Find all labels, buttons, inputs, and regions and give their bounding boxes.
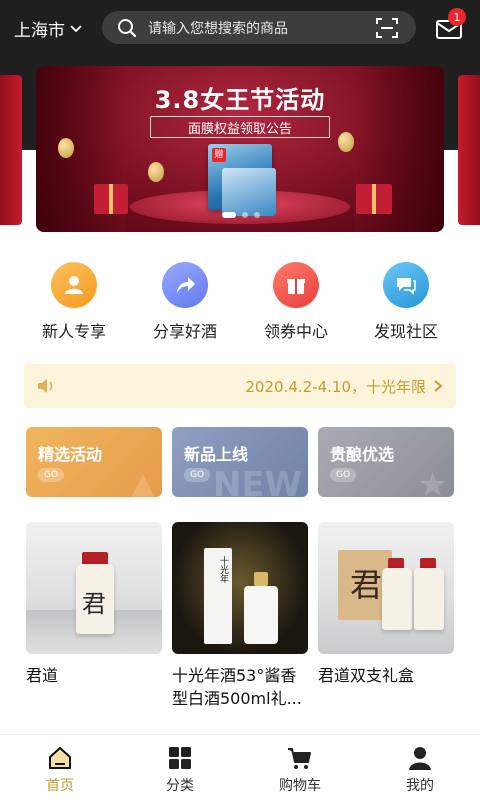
tab-profile[interactable]: 我的 [360, 735, 480, 800]
product-image: 君 [318, 522, 454, 654]
balloon-icon [148, 162, 164, 182]
box-label: 君 [350, 566, 383, 604]
promo-card-featured[interactable]: 精选活动 GO ▲ [26, 427, 162, 497]
product-card[interactable]: 君 君道 [26, 522, 162, 687]
tab-label: 首页 [46, 778, 74, 794]
tab-label: 购物车 [279, 778, 321, 794]
promo-go-button[interactable]: GO [38, 468, 64, 482]
bottom-tab-bar: 首页 分类 购物车 我的 [0, 734, 480, 800]
carousel-dot-active[interactable] [222, 212, 236, 218]
search-icon [118, 18, 137, 37]
carousel-indicator [222, 212, 260, 218]
product-name: 君道双支礼盒 [318, 666, 415, 685]
product-image: 十光年 [172, 522, 308, 654]
quick-nav-label: 发现社区 [373, 322, 438, 341]
carousel-dot[interactable] [254, 212, 260, 218]
gift-tag: 赠 [212, 148, 226, 162]
banner-title: 3.8女王节活动 [154, 86, 326, 114]
promo-card-premium[interactable]: 贵酿优选 GO ★ [318, 427, 454, 497]
notice-text: 2020.4.2-4.10，十光年限 [245, 377, 426, 396]
quick-nav-label: 领券中心 [263, 322, 328, 341]
promo-go-button[interactable]: GO [330, 468, 356, 482]
carousel-dot[interactable] [242, 212, 248, 218]
promo-decoration: ★ [417, 465, 448, 497]
tab-label: 我的 [406, 778, 434, 794]
side-decoration-left [0, 75, 22, 225]
message-badge: 1 [448, 8, 466, 26]
promo-decoration: NEW [212, 465, 302, 497]
banner-subtitle: 面膜权益领取公告 [150, 116, 330, 138]
tab-category[interactable]: 分类 [120, 735, 240, 800]
share-icon [162, 262, 208, 308]
tab-home[interactable]: 首页 [0, 735, 120, 800]
tab-cart[interactable]: 购物车 [240, 735, 360, 800]
promo-decoration: ▲ [129, 465, 156, 497]
promo-banner[interactable]: 3.8女王节活动 面膜权益领取公告 赠 [36, 66, 444, 232]
notice-bar[interactable]: 2020.4.2-4.10，十光年限 [24, 364, 456, 408]
product-card[interactable]: 十光年 十光年酒53°酱香型白酒500ml礼... [172, 522, 308, 710]
home-icon [49, 747, 71, 769]
gift-box-icon [356, 184, 392, 214]
tab-label: 分类 [166, 778, 194, 794]
promo-title: 贵酿优选 [330, 445, 395, 464]
balloon-icon [338, 132, 354, 152]
profile-icon [409, 747, 431, 770]
quick-nav-label: 分享好酒 [152, 322, 217, 341]
category-icon [169, 747, 191, 769]
city-label: 上海市 [14, 20, 65, 41]
quick-nav-label: 新人专享 [41, 322, 106, 341]
promo-title: 新品上线 [184, 445, 249, 464]
mask-product-box-front [222, 168, 276, 216]
product-image: 君 [26, 522, 162, 654]
cart-icon [288, 748, 311, 769]
user-icon [51, 262, 97, 308]
promo-go-button[interactable]: GO [184, 468, 210, 482]
chevron-right-icon [434, 380, 443, 392]
promo-card-new[interactable]: 新品上线 GO NEW [172, 427, 308, 497]
gift-icon [273, 262, 319, 308]
product-name: 十光年酒53°酱香型白酒500ml礼... [172, 666, 302, 708]
quick-nav-new-user[interactable]: 新人专享 [26, 262, 122, 342]
search-bar[interactable]: 请输入您想搜索的商品 [102, 11, 416, 44]
chevron-down-icon [70, 25, 82, 33]
quick-nav-share[interactable]: 分享好酒 [137, 262, 233, 342]
balloon-icon [58, 138, 74, 158]
quick-nav-community[interactable]: 发现社区 [358, 262, 454, 342]
quick-nav: 新人专享 分享好酒 领券中心 发现社区 [0, 262, 480, 346]
side-decoration-right [458, 75, 480, 225]
speaker-icon [38, 379, 53, 393]
bottle-label: 君 [82, 590, 106, 618]
promo-title: 精选活动 [38, 445, 103, 464]
gift-box-icon [94, 184, 128, 214]
quick-nav-coupons[interactable]: 领券中心 [248, 262, 344, 342]
bottle-label: 十光年 [218, 556, 228, 583]
city-selector[interactable]: 上海市 [14, 14, 83, 42]
product-name: 君道 [26, 666, 59, 685]
product-card[interactable]: 君 君道双支礼盒 [318, 522, 454, 687]
chat-icon [383, 262, 429, 308]
scan-icon[interactable] [374, 15, 400, 41]
top-bar: 上海市 请输入您想搜索的商品 1 [0, 0, 480, 56]
search-input[interactable]: 请输入您想搜索的商品 [148, 18, 374, 38]
